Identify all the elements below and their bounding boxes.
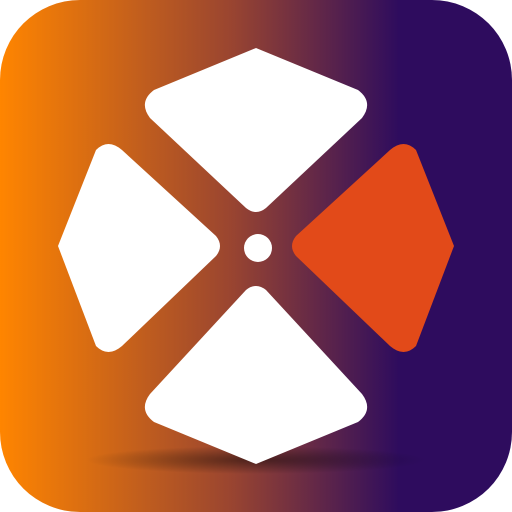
- center-dot: [244, 234, 272, 262]
- app-icon: [0, 0, 512, 512]
- app-icon-graphic: [0, 0, 512, 512]
